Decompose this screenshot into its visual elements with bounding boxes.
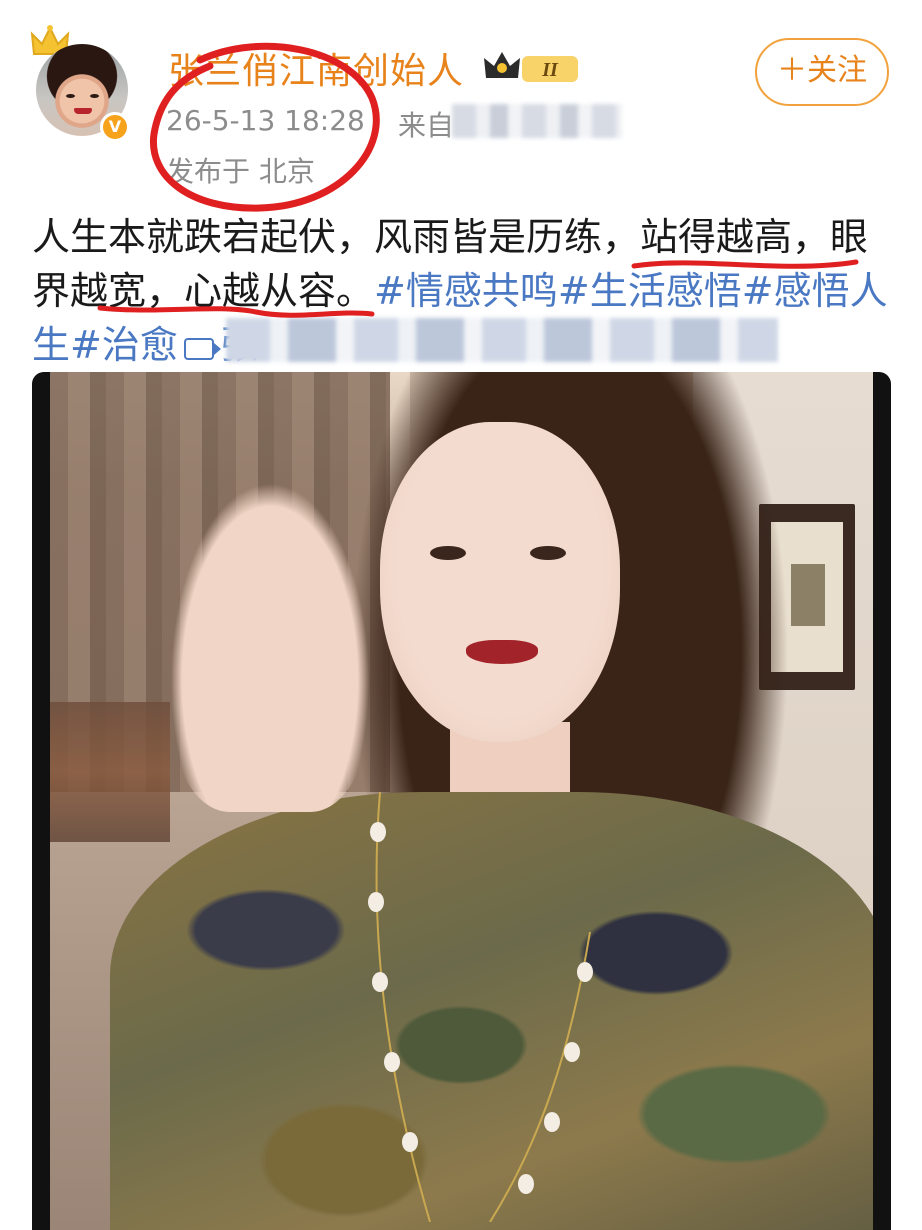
highlighted-phrase-2: 心越从容 [184,269,337,313]
username[interactable]: 张兰俏江南创始人 [168,42,464,94]
raised-hand [170,482,370,812]
post-text-line-1: 人生本就跌宕起伏，风雨皆是历练，站得越高，眼 [32,210,894,264]
follow-button[interactable]: ＋关注 [755,38,889,106]
verified-badge-icon: V [100,112,130,142]
highlighted-phrase-1: 站得越高， [640,215,831,259]
post-time: 26-5-13 18:28 [166,104,365,137]
post-text-segment: 。 [336,269,375,313]
video-thumbnail [50,372,873,1230]
post-location: 发布于 北京 [166,155,315,188]
blurred-source-text [452,104,622,138]
post-text-line-2: 界越宽，心越从容。#情感共鸣#生活感悟#感悟人 [32,264,894,318]
face [380,422,620,742]
video-player[interactable] [32,372,891,1230]
hashtag-link[interactable]: #情感共鸣#生活感悟#感悟人 [374,269,888,313]
post-text-segment: 眼 [830,215,869,259]
avatar-container[interactable]: V [30,25,130,142]
post-text-segment: 人生本就跌宕起伏，风雨皆是历练， [32,215,641,259]
level-badge-text: II [541,59,559,81]
patterned-blouse [110,792,873,1230]
video-icon [183,338,221,360]
post-source: 来自 [398,109,455,142]
level-badge-icon: II [484,52,578,82]
post-text-segment: 界越宽， [32,269,185,313]
blurred-video-link [226,318,778,362]
hashtag-link[interactable]: 生#治愈 [32,323,178,367]
